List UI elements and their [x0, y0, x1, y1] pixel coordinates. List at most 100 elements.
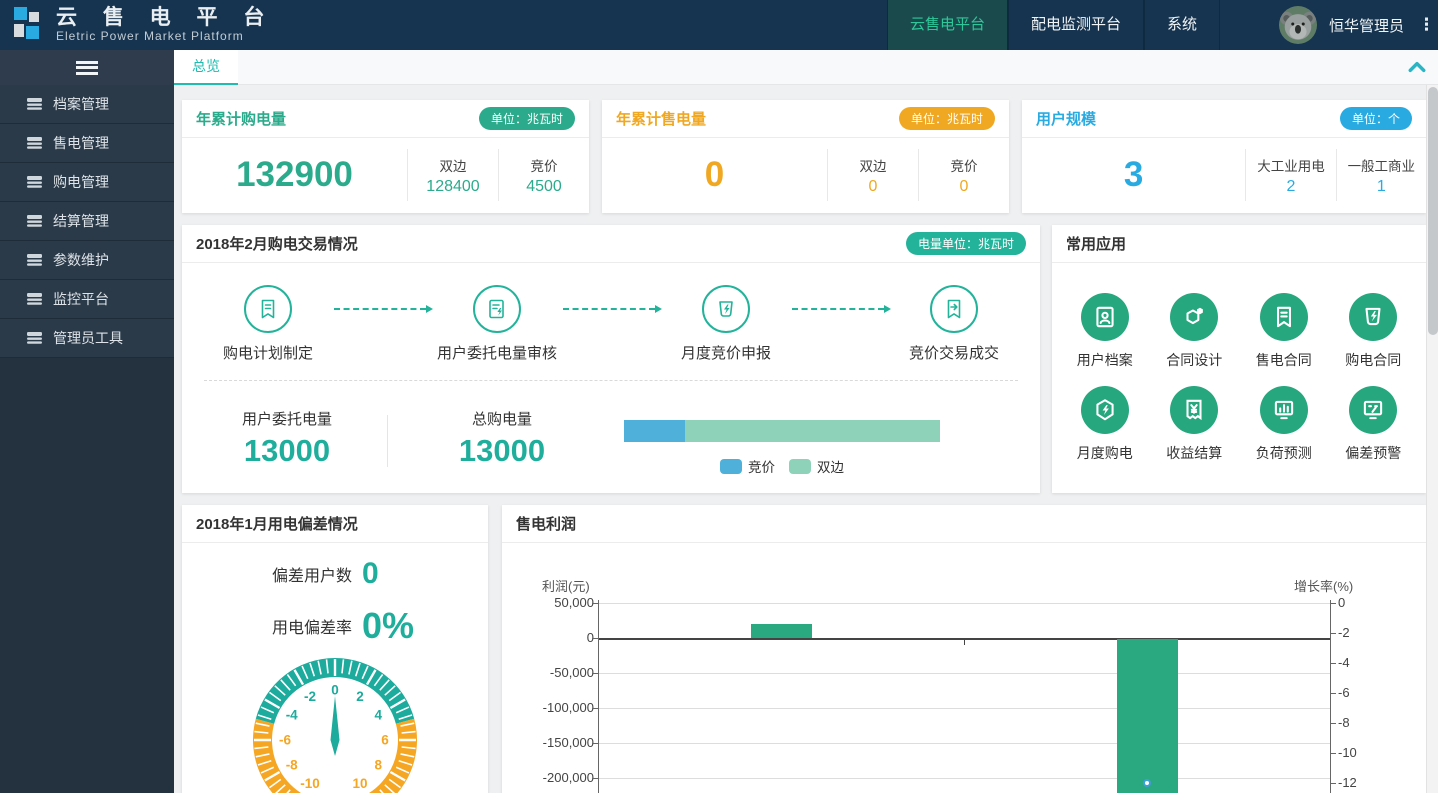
deviation-gauge: -10-8-6-4-20246810 [185, 590, 485, 793]
right-tick-label: -2 [1338, 625, 1350, 640]
x-axis-tick [964, 638, 965, 645]
user-box: 恒华管理员 ⋮ [1279, 0, 1430, 50]
app-header: 云 售 电 平 台 Eletric Power Market Platform … [0, 0, 1438, 50]
stat-card-user-scale: 用户规模 单位：个 3 大工业用电2 一般工商业1 [1022, 100, 1426, 213]
legend-item-bilateral: 双边 [789, 456, 844, 476]
profit-bar[interactable] [751, 624, 812, 638]
app-revenue-settlement[interactable]: 收益结算 [1150, 386, 1240, 463]
stat-value: 13000 [202, 433, 372, 469]
vertical-divider [387, 415, 388, 467]
scrollbar-thumb[interactable] [1428, 87, 1438, 335]
stat-col-value: 128400 [408, 178, 498, 196]
sidebar-item-archive[interactable]: 档案管理 [0, 85, 174, 124]
gauge-label: 0 [331, 683, 339, 698]
unit-badge: 电量单位：兆瓦时 [906, 232, 1026, 255]
app-label: 用户档案 [1060, 350, 1150, 370]
more-menu-icon[interactable]: ⋮ [1418, 18, 1430, 32]
flow-step-plan: 购电计划制定 [198, 285, 338, 363]
user-archive-icon [1081, 293, 1129, 341]
user-avatar[interactable] [1279, 6, 1317, 44]
gauge-label: 4 [375, 708, 383, 723]
app-label: 负荷预测 [1239, 443, 1329, 463]
right-tick-label: -12 [1338, 775, 1357, 790]
legend-item-bidding: 竞价 [720, 456, 775, 476]
vertical-scrollbar[interactable] [1426, 85, 1438, 793]
left-tick-label: 50,000 [522, 595, 594, 610]
app-label: 合同设计 [1150, 350, 1240, 370]
gauge-label: 6 [381, 733, 389, 748]
tab-overview[interactable]: 总览 [174, 50, 238, 85]
sidebar-item-label: 监控平台 [53, 289, 109, 309]
stat-card-annual-sale: 年累计售电量 单位：兆瓦时 0 双边0 竞价0 [602, 100, 1009, 213]
logo-squares-icon [12, 6, 42, 44]
unit-badge: 单位：个 [1340, 107, 1412, 130]
audit-document-icon [473, 285, 521, 333]
app-purchase-contract[interactable]: 购电合同 [1329, 293, 1419, 370]
gauge-label: -8 [286, 758, 298, 773]
gridline [598, 743, 1330, 744]
apps-grid: 用户档案 合同设计 售电合同 购电合同 月度购电 [1052, 263, 1426, 463]
nav-tab-cloud-platform[interactable]: 云售电平台 [887, 0, 1008, 50]
bid-lightning-icon [702, 285, 750, 333]
sidebar-item-label: 购电管理 [53, 172, 109, 192]
gauge-needle [331, 696, 340, 756]
deviation-users-label: 偏差用户数 [234, 562, 352, 586]
koala-avatar-image [1279, 6, 1317, 44]
sidebar-item-monitor-platform[interactable]: 监控平台 [0, 280, 174, 319]
stat-label: 用户委托电量 [202, 408, 372, 429]
sidebar-item-label: 管理员工具 [53, 328, 123, 348]
app-label: 购电合同 [1329, 350, 1419, 370]
sale-contract-icon [1260, 293, 1308, 341]
app-monthly-purchase[interactable]: 月度购电 [1060, 386, 1150, 463]
sidebar-item-purchase-mgmt[interactable]: 购电管理 [0, 163, 174, 202]
entrusted-energy-stat: 用户委托电量 13000 [202, 408, 372, 469]
gauge-label: -2 [304, 689, 316, 704]
sidebar-item-sale-mgmt[interactable]: 售电管理 [0, 124, 174, 163]
menu-card-icon [26, 136, 43, 150]
nav-tab-system[interactable]: 系统 [1144, 0, 1220, 50]
deal-document-icon [930, 285, 978, 333]
deviation-users-value: 0 [362, 557, 379, 591]
collapse-panel-button[interactable] [1408, 59, 1426, 75]
stat-col-label: 竞价 [919, 155, 1009, 175]
app-load-forecast[interactable]: 负荷预测 [1239, 386, 1329, 463]
main-content: 年累计购电量 单位：兆瓦时 132900 双边128400 竞价4500 年累计… [174, 85, 1426, 793]
total-purchase-stat: 总购电量 13000 [422, 408, 582, 469]
flow-step-deal: 竞价交易成交 [884, 285, 1024, 363]
right-tick-label: -6 [1338, 685, 1350, 700]
tab-bar: 总览 [174, 50, 1438, 85]
app-deviation-warning[interactable]: 偏差预警 [1329, 386, 1419, 463]
app-sale-contract[interactable]: 售电合同 [1239, 293, 1329, 370]
trade-card: 2018年2月购电交易情况 电量单位：兆瓦时 购电计划制定 用户委托电量审核 [182, 225, 1040, 493]
gridline [598, 778, 1330, 779]
sidebar-item-label: 档案管理 [53, 94, 109, 114]
card-title: 2018年1月用电偏差情况 [196, 513, 358, 534]
right-tick-label: -8 [1338, 715, 1350, 730]
stat-col-value: 1 [1337, 178, 1426, 196]
profit-chart: 50,0000-50,000-100,000-150,000-200,0000-… [502, 505, 1426, 793]
menu-card-icon [26, 292, 43, 306]
legend-swatch-green [789, 459, 811, 474]
load-forecast-icon [1260, 386, 1308, 434]
profit-chart-card: 售电利润 利润(元) 增长率(%) 50,0000-50,000-100,000… [502, 505, 1426, 793]
sidebar-item-settlement-mgmt[interactable]: 结算管理 [0, 202, 174, 241]
growth-rate-dot[interactable] [1143, 779, 1151, 787]
profit-bar[interactable] [1117, 639, 1178, 793]
nav-tab-distribution-monitor[interactable]: 配电监测平台 [1008, 0, 1144, 50]
stat-col-label: 一般工商业 [1337, 155, 1426, 175]
menu-card-icon [26, 331, 43, 345]
sidebar-item-admin-tools[interactable]: 管理员工具 [0, 319, 174, 358]
deviation-card: 2018年1月用电偏差情况 偏差用户数 0 用电偏差率 0% -10-8-6-4… [182, 505, 488, 793]
sidebar-collapse-button[interactable] [0, 50, 174, 85]
flow-step-audit: 用户委托电量审核 [427, 285, 567, 363]
menu-card-icon [26, 97, 43, 111]
user-name: 恒华管理员 [1329, 15, 1404, 36]
sidebar-item-parameters[interactable]: 参数维护 [0, 241, 174, 280]
app-contract-design[interactable]: 合同设计 [1150, 293, 1240, 370]
gridline [598, 603, 1330, 604]
stat-col-label: 双边 [408, 155, 498, 175]
app-user-archive[interactable]: 用户档案 [1060, 293, 1150, 370]
card-title: 年累计购电量 [196, 108, 286, 129]
hamburger-icon [76, 58, 98, 77]
sidebar-menu: 档案管理 售电管理 购电管理 结算管理 参数维护 监控平台 管理员工具 [0, 85, 174, 358]
